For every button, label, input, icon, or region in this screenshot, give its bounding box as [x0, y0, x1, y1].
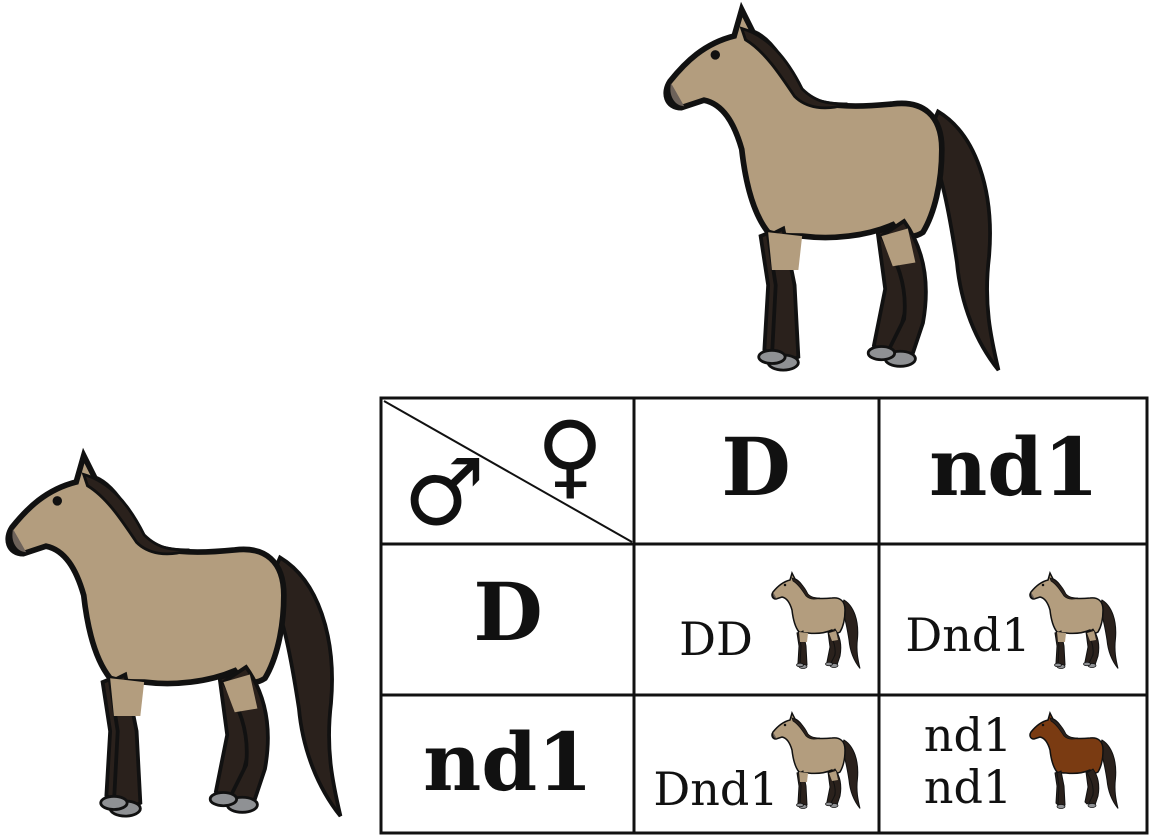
- row-header-1: D: [473, 565, 542, 659]
- cell-genotype-nd1-nd1-line1: nd1: [924, 708, 1012, 762]
- foal-icon-dun: [771, 712, 861, 810]
- column-header-2: nd1: [929, 420, 1099, 514]
- female-symbol: ♀: [536, 402, 603, 509]
- column-header-1: D: [721, 420, 790, 514]
- foal-icon-dun: [1029, 572, 1119, 670]
- cell-genotype-nd1-d: Dnd1: [653, 762, 778, 816]
- cell-genotype-d-nd1: Dnd1: [905, 608, 1030, 662]
- punnett-square: ♀ ♂ D nd1 D nd1 DD Dnd1 Dnd1 nd1 nd1: [379, 396, 1149, 835]
- foal-icon-bay: [1029, 710, 1119, 809]
- cell-genotype-nd1-nd1-line2: nd1: [924, 760, 1012, 814]
- male-symbol: ♂: [403, 440, 485, 547]
- foal-icon-dun: [771, 572, 861, 670]
- row-header-2: nd1: [423, 715, 593, 809]
- female-parent-horse-illustration: [658, 2, 1018, 372]
- male-parent-horse-illustration: [0, 448, 360, 818]
- cell-genotype-d-d: DD: [679, 612, 753, 666]
